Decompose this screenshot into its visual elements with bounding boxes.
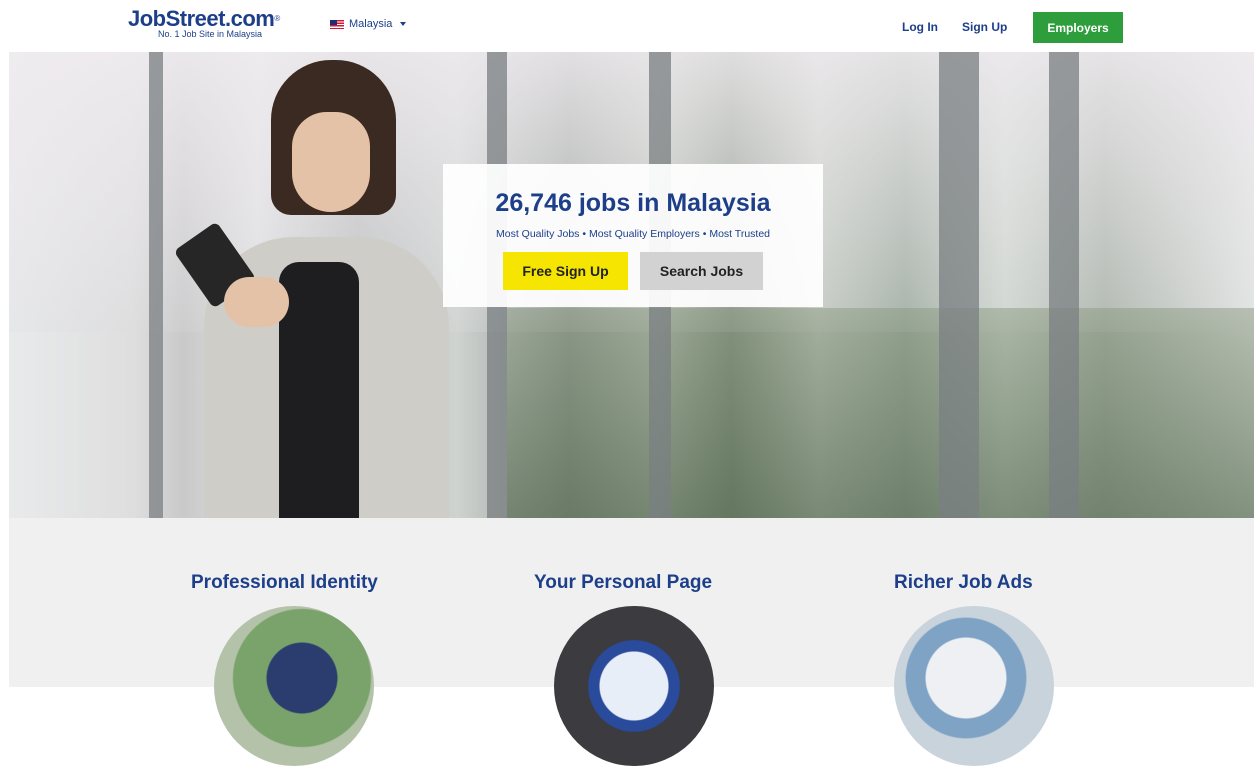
window-frame <box>149 52 163 518</box>
search-jobs-button[interactable]: Search Jobs <box>640 252 763 290</box>
woman-blouse <box>279 262 359 518</box>
jobstreet-logo[interactable]: JobStreet.com® No. 1 Job Site in Malaysi… <box>128 6 280 40</box>
country-selector[interactable]: Malaysia <box>330 18 407 30</box>
personal-page-image <box>554 606 714 766</box>
malaysia-flag-icon <box>330 19 344 29</box>
free-signup-button[interactable]: Free Sign Up <box>503 252 628 290</box>
feature-title-professional-identity: Professional Identity <box>191 572 378 593</box>
login-link[interactable]: Log In <box>902 20 938 34</box>
logo-text: JobStreet.com® <box>128 6 280 31</box>
signup-link[interactable]: Sign Up <box>962 20 1007 34</box>
woman-hand <box>224 277 289 327</box>
chevron-down-icon <box>400 22 407 26</box>
jobs-count-headline: 26,746 jobs in Malaysia <box>495 189 771 217</box>
hero-subline: Most Quality Jobs • Most Quality Employe… <box>495 228 771 240</box>
feature-title-richer-job-ads: Richer Job Ads <box>894 572 1033 593</box>
woman-face <box>292 112 370 212</box>
logo-tagline: No. 1 Job Site in Malaysia <box>158 29 263 39</box>
hero-promo-box: 26,746 jobs in Malaysia Most Quality Job… <box>443 164 823 307</box>
hero-city-view <box>507 308 1254 518</box>
window-frame <box>1049 52 1079 518</box>
professional-identity-image <box>214 606 374 766</box>
window-frame <box>939 52 979 518</box>
country-label: Malaysia <box>349 18 393 30</box>
employers-button[interactable]: Employers <box>1033 12 1123 43</box>
site-header: JobStreet.com® No. 1 Job Site in Malaysi… <box>0 0 1255 52</box>
features-section: Professional Identity Your Personal Page… <box>9 518 1254 766</box>
feature-title-personal-page: Your Personal Page <box>534 572 713 593</box>
richer-job-ads-image <box>894 606 1054 766</box>
